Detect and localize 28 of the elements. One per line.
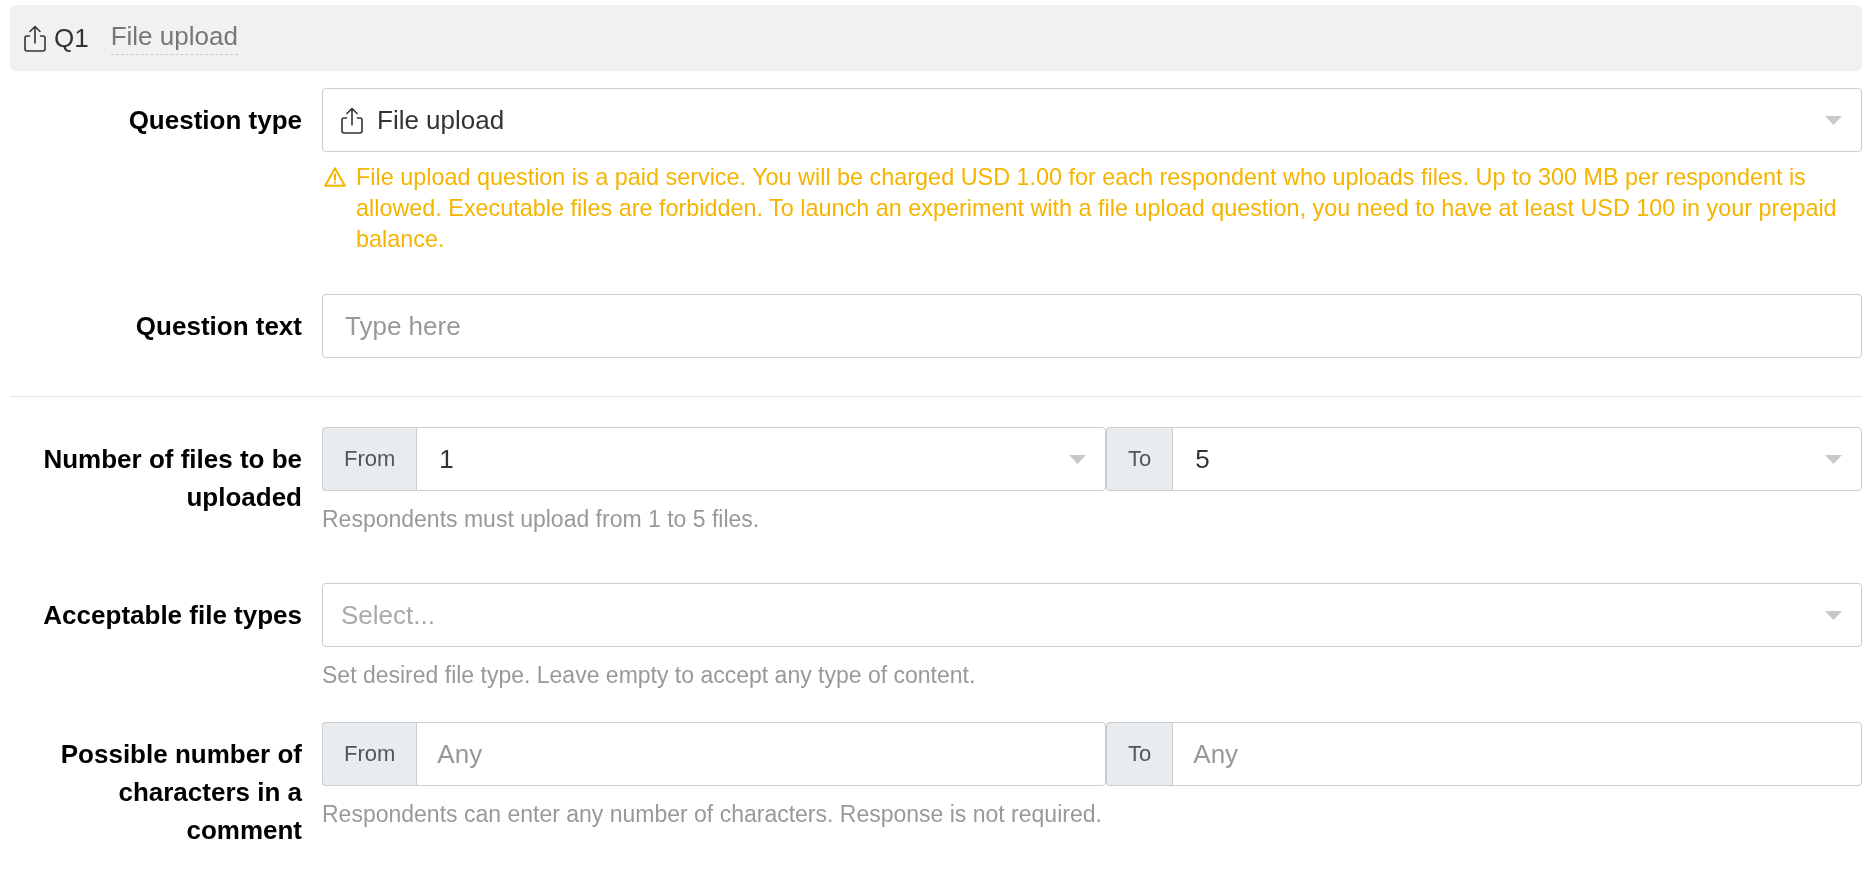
question-title-link[interactable]: File upload [110,21,238,55]
upload-icon [24,24,46,52]
to-label: To [1106,722,1173,786]
number-input[interactable]: Any [416,722,1107,786]
field-label: Number of files to be uploaded [43,444,302,512]
dropdown-select[interactable]: File upload [322,88,1862,152]
from-label: From [322,427,417,491]
dropdown-select[interactable]: 5 [1172,427,1862,491]
upload-icon [341,106,363,134]
caret-icon [1069,454,1087,464]
warning-icon [324,167,346,187]
field-label: Question type [128,105,302,135]
from-label: From [322,722,417,786]
field-label: Possible number of characters in a comment [60,739,302,845]
field-label: Question text [135,311,302,341]
help-text: Respondents must upload from 1 to 5 files. [322,505,760,534]
caret-icon [1825,610,1842,620]
help-text: Respondents can enter any number of characters. Response is not required. [322,800,1102,829]
to-label: To [1106,427,1173,491]
warning-text: File upload question is a paid service. You will be charged USD 1.00 for each respondent who uploads files. Up to 300 MB per respondent is allowed. Executable files are forbidden. To launch an experiment with a file upload question, you need to have at least USD 100 in your prepaid balance. [356,163,1838,254]
dropdown-select[interactable]: 1 [416,427,1107,491]
number-input[interactable]: Any [1172,722,1862,786]
question-number: Q1 [54,23,89,53]
caret-icon [1825,454,1842,464]
caret-icon [1825,115,1842,125]
help-text: Set desired file type. Leave empty to accept any type of content. [322,661,976,690]
field-label: Acceptable file types [43,600,302,630]
text-input[interactable]: Type here [322,294,1862,358]
